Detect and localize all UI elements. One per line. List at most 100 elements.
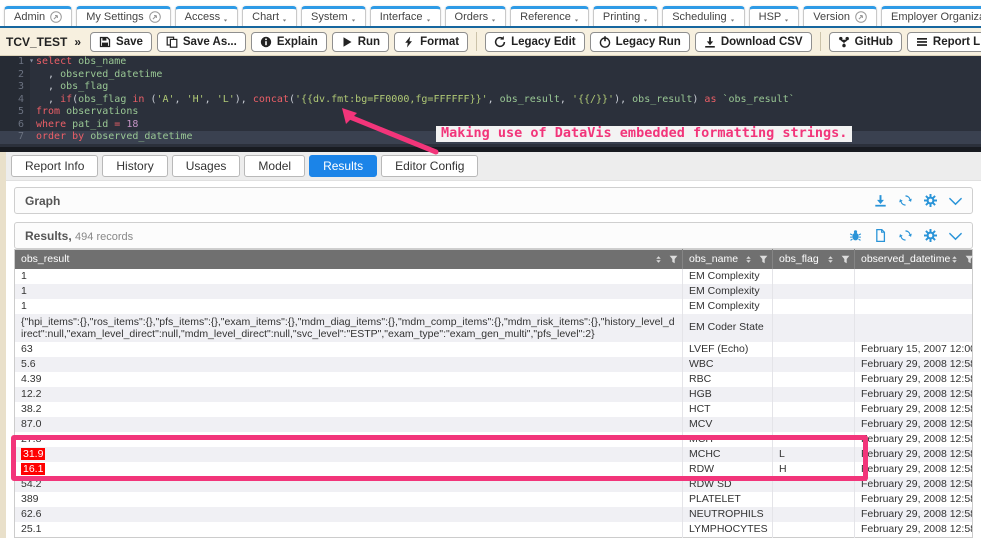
column-header-obs-flag[interactable]: obs_flag xyxy=(773,250,855,269)
nav-tab-label: Chart xyxy=(252,11,279,23)
download-icon[interactable] xyxy=(874,194,887,207)
github-button[interactable]: GitHub xyxy=(829,32,902,52)
chevron-down-icon[interactable] xyxy=(949,229,962,242)
column-header-observed-datetime[interactable]: observed_datetime xyxy=(855,250,973,269)
sort-icon[interactable] xyxy=(950,255,959,264)
cell-obs-result: 1 xyxy=(15,269,683,284)
refresh-icon[interactable] xyxy=(899,194,912,207)
annotation-arrow xyxy=(340,108,450,158)
cell-obs-result: 1 xyxy=(15,299,683,314)
nav-tab-my-settings[interactable]: My Settings xyxy=(76,6,170,26)
results-panel-title: Results, xyxy=(25,229,72,243)
sort-icon[interactable] xyxy=(744,255,753,264)
format-button[interactable]: Format xyxy=(394,32,468,52)
menu-icon xyxy=(426,17,431,22)
table-row: 5.6WBCFebruary 29, 2008 12:58 PM xyxy=(15,357,973,372)
graph-panel-title: Graph xyxy=(25,194,60,208)
cell-obs-flag xyxy=(773,507,855,522)
tab-model[interactable]: Model xyxy=(244,155,305,177)
nav-tab-scheduling[interactable]: Scheduling xyxy=(662,6,744,26)
menu-icon xyxy=(223,17,228,22)
nav-tab-printing[interactable]: Printing xyxy=(593,6,658,26)
nav-tab-label: HSP xyxy=(759,11,782,23)
run-button[interactable]: Run xyxy=(332,32,389,52)
gear-icon[interactable] xyxy=(924,229,937,242)
nav-tab-label: Reference xyxy=(520,11,571,23)
nav-tab-chart[interactable]: Chart xyxy=(242,6,297,26)
cell-obs-name: MCV xyxy=(683,417,773,432)
cell-obs-flag xyxy=(773,477,855,492)
sql-editor[interactable]: 1▾select obs_name2 , observed_datetime3 … xyxy=(0,56,981,152)
popout-icon[interactable] xyxy=(149,11,161,23)
chevron-down-icon[interactable] xyxy=(949,194,962,207)
tab-history[interactable]: History xyxy=(102,155,167,177)
cell-obs-flag xyxy=(773,432,855,447)
menu-icon xyxy=(730,17,735,22)
nav-tab-reference[interactable]: Reference xyxy=(510,6,589,26)
nav-tab-access[interactable]: Access xyxy=(175,6,238,26)
editor-line: 1▾select obs_name xyxy=(0,56,981,69)
nav-tab-admin[interactable]: Admin xyxy=(4,6,72,26)
column-header-obs-result[interactable]: obs_result xyxy=(15,250,683,269)
funnel-icon[interactable] xyxy=(759,255,768,264)
breadcrumb-chevron[interactable]: » xyxy=(74,35,81,49)
cell-obs-flag xyxy=(773,492,855,507)
tab-usages[interactable]: Usages xyxy=(172,155,241,177)
funnel-icon[interactable] xyxy=(669,255,678,264)
gear-icon[interactable] xyxy=(924,194,937,207)
refresh-icon[interactable] xyxy=(899,229,912,242)
tab-label: Model xyxy=(258,159,291,173)
tab-editor-config[interactable]: Editor Config xyxy=(381,155,478,177)
nav-tab-system[interactable]: System xyxy=(301,6,366,26)
tab-report-info[interactable]: Report Info xyxy=(11,155,98,177)
column-header-obs-name[interactable]: obs_name xyxy=(683,250,773,269)
cell-obs-name: HGB xyxy=(683,387,773,402)
results-panel[interactable]: Results, 494 records xyxy=(14,222,973,249)
annotation-label: Making use of DataVis embedded formattin… xyxy=(436,126,852,142)
popout-icon[interactable] xyxy=(855,11,867,23)
tab-label: Editor Config xyxy=(395,159,464,173)
cell-obs-name: EM Complexity xyxy=(683,284,773,299)
flagged-value: 31.9 xyxy=(21,448,45,460)
nav-tab-version[interactable]: Version xyxy=(803,6,877,26)
save-button[interactable]: Save xyxy=(90,32,152,52)
cell-obs-name: MCH xyxy=(683,432,773,447)
menu-icon xyxy=(351,17,356,22)
report-name: TCV_TEST xyxy=(6,35,67,49)
report-list-button[interactable]: Report List xyxy=(907,32,981,52)
nav-tab-label: Printing xyxy=(603,11,640,23)
cell-observed-datetime: February 29, 2008 12:58 PM xyxy=(855,462,973,477)
cell-obs-name: HCT xyxy=(683,402,773,417)
download-csv-button[interactable]: Download CSV xyxy=(695,32,812,52)
column-header-label: obs_name xyxy=(689,253,738,265)
code-text: from observations xyxy=(30,106,138,119)
sort-icon[interactable] xyxy=(654,255,663,264)
nav-tab-orders[interactable]: Orders xyxy=(445,6,507,26)
nav-tab-hsp[interactable]: HSP xyxy=(749,6,800,26)
cell-obs-flag xyxy=(773,284,855,299)
cell-obs-flag xyxy=(773,387,855,402)
graph-panel[interactable]: Graph xyxy=(14,187,973,214)
cell-obs-result: 5.6 xyxy=(15,357,683,372)
popout-icon[interactable] xyxy=(50,11,62,23)
nav-tab-interface[interactable]: Interface xyxy=(370,6,441,26)
legacy-run-button[interactable]: Legacy Run xyxy=(590,32,690,52)
funnel-icon[interactable] xyxy=(965,255,974,264)
bug-icon[interactable] xyxy=(849,229,862,242)
results-table-wrap: obs_result obs_name obs_flagobserved_datet… xyxy=(14,249,973,538)
explain-button[interactable]: Explain xyxy=(251,32,327,52)
cell-obs-flag xyxy=(773,372,855,387)
cell-obs-result: 12.2 xyxy=(15,387,683,402)
play-icon xyxy=(341,36,353,48)
fold-caret-icon[interactable]: ▾ xyxy=(29,55,34,68)
sort-icon[interactable] xyxy=(826,255,835,264)
button-label: Download CSV xyxy=(721,36,803,48)
save-as-button[interactable]: Save As... xyxy=(157,32,246,52)
nav-tab-employer-organizations[interactable]: Employer Organizations xyxy=(881,6,981,26)
table-row: 25.1LYMPHOCYTESFebruary 29, 2008 12:58 P… xyxy=(15,522,973,538)
legacy-edit-button[interactable]: Legacy Edit xyxy=(485,32,585,52)
funnel-icon[interactable] xyxy=(841,255,850,264)
button-label: Save As... xyxy=(183,36,237,48)
file-icon[interactable] xyxy=(874,229,887,242)
tab-results[interactable]: Results xyxy=(309,155,377,177)
